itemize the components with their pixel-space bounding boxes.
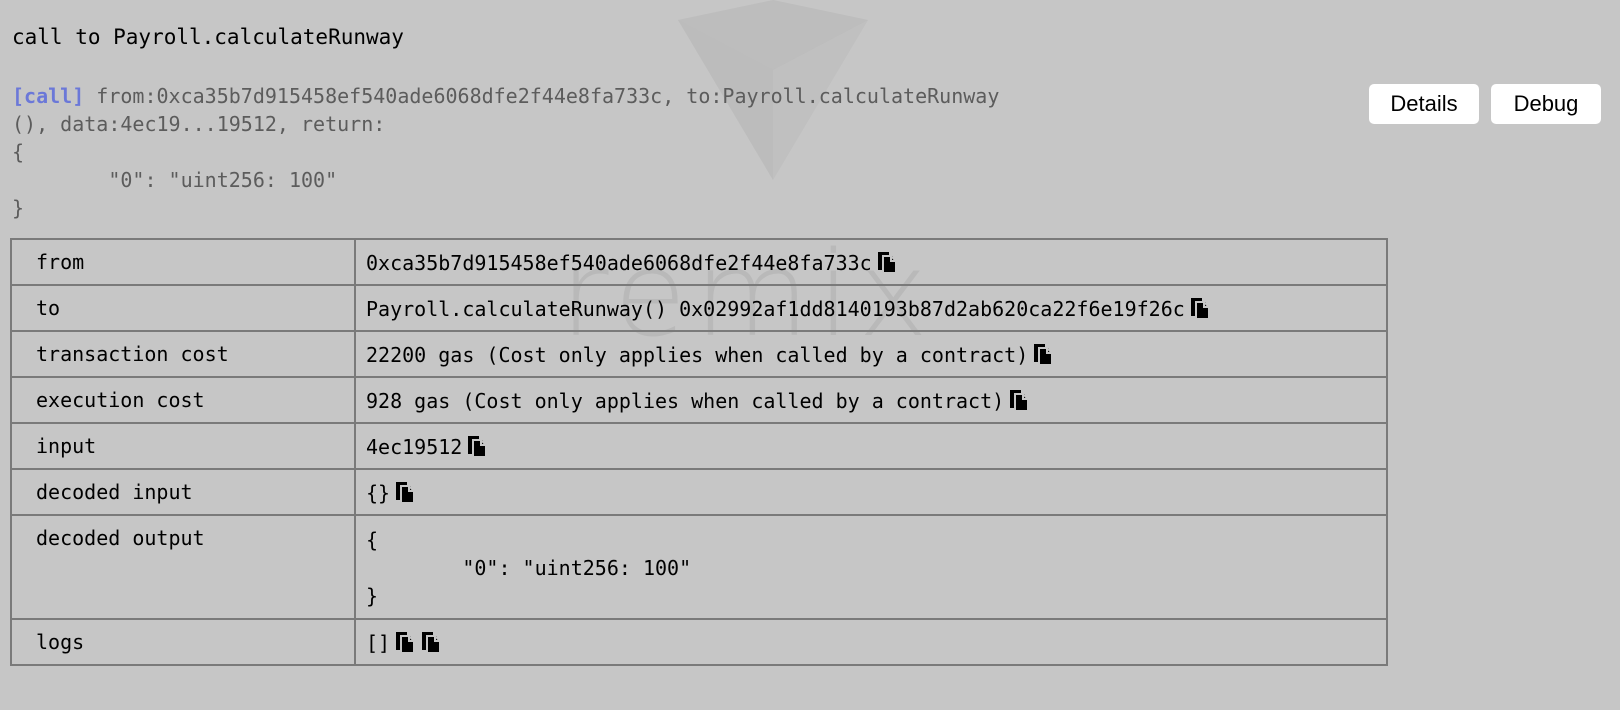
summary-line-2: (), data:4ec19...19512, return: (12, 112, 386, 136)
row-value-cell: 22200 gas (Cost only applies when called… (354, 330, 1388, 378)
page-title: call to Payroll.calculateRunway (12, 25, 404, 49)
row-value: 0xca35b7d915458ef540ade6068dfe2f44e8fa73… (366, 250, 872, 275)
row-value-cell: 0xca35b7d915458ef540ade6068dfe2f44e8fa73… (354, 238, 1388, 286)
row-value: 4ec19512 (366, 434, 463, 459)
table-row: input 4ec19512 (10, 422, 1388, 470)
decoded-output-json: { "0": "uint256: 100" } (366, 528, 692, 608)
copy-icon[interactable] (1008, 388, 1030, 412)
summary-line-1: from:0xca35b7d915458ef540ade6068dfe2f44e… (84, 84, 1000, 108)
summary-line-5: } (12, 196, 25, 220)
row-value: [] (366, 630, 391, 655)
copy-icon[interactable] (1032, 342, 1054, 366)
row-key: execution cost (10, 376, 356, 424)
table-row: decoded output { "0": "uint256: 100" } (10, 514, 1388, 620)
row-key: input (10, 422, 356, 470)
row-key: logs (10, 618, 356, 666)
row-value: 928 gas (Cost only applies when called b… (366, 388, 1005, 413)
row-value-cell: 928 gas (Cost only applies when called b… (354, 376, 1388, 424)
row-value-cell: Payroll.calculateRunway() 0x02992af1dd81… (354, 284, 1388, 332)
row-key: decoded input (10, 468, 356, 516)
table-row: from 0xca35b7d915458ef540ade6068dfe2f44e… (10, 238, 1388, 286)
row-key: transaction cost (10, 330, 356, 378)
row-value: {} (366, 480, 391, 505)
row-value-cell: { "0": "uint256: 100" } (354, 514, 1388, 620)
row-value: 22200 gas (Cost only applies when called… (366, 342, 1029, 367)
row-key: to (10, 284, 356, 332)
summary-line-4: "0": "uint256: 100" (12, 168, 338, 192)
details-button[interactable]: Details (1369, 84, 1479, 124)
copy-icon[interactable] (876, 250, 898, 274)
table-row: decoded input {} (10, 468, 1388, 516)
copy-icon[interactable] (1189, 296, 1211, 320)
call-tag: [call] (12, 84, 85, 108)
summary-line-3: { (12, 140, 25, 164)
copy-icon[interactable] (420, 630, 442, 654)
copy-icon[interactable] (394, 480, 416, 504)
row-value-cell: [] (354, 618, 1388, 666)
copy-icon[interactable] (394, 630, 416, 654)
table-row: execution cost 928 gas (Cost only applie… (10, 376, 1388, 424)
row-key: decoded output (10, 514, 356, 620)
copy-icon[interactable] (466, 434, 488, 458)
tx-details-table: from 0xca35b7d915458ef540ade6068dfe2f44e… (10, 238, 1388, 666)
table-row: to Payroll.calculateRunway() 0x02992af1d… (10, 284, 1388, 332)
row-value: Payroll.calculateRunway() 0x02992af1dd81… (366, 296, 1185, 321)
table-row: transaction cost 22200 gas (Cost only ap… (10, 330, 1388, 378)
row-key: from (10, 238, 356, 286)
tx-summary: [call] from:0xca35b7d915458ef540ade6068d… (12, 82, 1212, 222)
row-value-cell: 4ec19512 (354, 422, 1388, 470)
table-row: logs [] (10, 618, 1388, 666)
row-value-cell: {} (354, 468, 1388, 516)
debug-button[interactable]: Debug (1491, 84, 1601, 124)
